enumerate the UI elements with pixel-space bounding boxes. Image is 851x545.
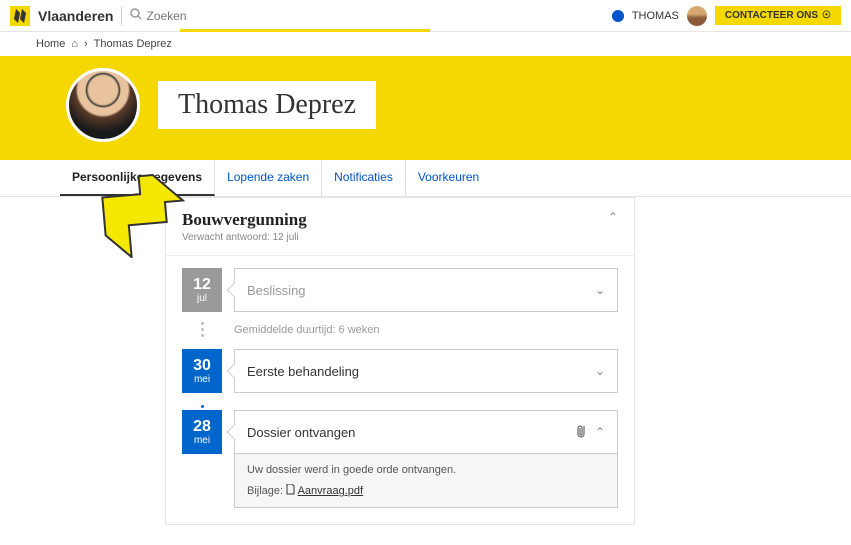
hero-banner: Thomas Deprez	[0, 56, 851, 160]
breadcrumb: Home ⌂ › Thomas Deprez	[0, 32, 851, 56]
tab-personal[interactable]: Persoonlijke gegevens	[60, 160, 215, 196]
step-box[interactable]: Beslissing ⌄	[234, 268, 618, 312]
chevron-down-icon[interactable]: ⌄	[595, 283, 605, 297]
user-name-label: THOMAS	[632, 10, 679, 22]
date-box: 30 mei	[182, 349, 222, 393]
date-month: mei	[194, 435, 210, 446]
topbar: Vlaanderen THOMAS CONTACTEER ONS ☉	[0, 0, 851, 32]
date-month: jul	[197, 293, 207, 304]
panel-subtitle: Verwacht antwoord: 12 juli	[182, 232, 307, 243]
bijlage-label: Bijlage:	[247, 485, 283, 497]
timeline-step-beslissing: 12 jul Beslissing ⌄	[182, 268, 618, 312]
chevron-down-icon[interactable]: ⌄	[595, 364, 605, 378]
step-label: Dossier ontvangen	[247, 425, 355, 440]
duration-row: Gemiddelde duurtijd: 6 weken	[182, 322, 618, 337]
topbar-left: Vlaanderen	[10, 6, 226, 26]
logo-icon	[10, 6, 30, 26]
chevron-up-icon[interactable]: ⌃	[608, 210, 618, 224]
contact-label: CONTACTEER ONS	[725, 10, 818, 21]
panel-title: Bouwvergunning	[182, 210, 307, 230]
detail-text: Uw dossier werd in goede orde ontvangen.	[247, 464, 605, 476]
date-box: 28 mei	[182, 410, 222, 454]
hero-inner: Thomas Deprez	[36, 68, 815, 142]
date-box: 12 jul	[182, 268, 222, 312]
attachment-link[interactable]: Aanvraag.pdf	[298, 485, 363, 497]
step-box[interactable]: Eerste behandeling ⌄	[234, 349, 618, 393]
duration-label: Gemiddelde duurtijd: 6 weken	[234, 324, 380, 336]
search-wrap[interactable]	[130, 8, 226, 23]
chat-icon: ☉	[822, 10, 831, 21]
date-day: 28	[193, 419, 211, 435]
tab-notificaties[interactable]: Notificaties	[322, 160, 406, 196]
tab-lopende[interactable]: Lopende zaken	[215, 160, 322, 196]
contact-button[interactable]: CONTACTEER ONS ☉	[715, 6, 841, 25]
main-content: Bouwvergunning Verwacht antwoord: 12 jul…	[0, 197, 851, 545]
step-label: Beslissing	[247, 283, 306, 298]
tab-voorkeuren[interactable]: Voorkeuren	[406, 160, 491, 196]
attachment-icon	[577, 424, 587, 441]
tab-bar: Persoonlijke gegevens Lopende zaken Noti…	[0, 160, 851, 197]
avatar-large	[66, 68, 140, 142]
date-month: mei	[194, 374, 210, 385]
file-icon	[286, 485, 297, 497]
step-detail: Uw dossier werd in goede orde ontvangen.…	[234, 454, 618, 508]
attachment-row: Bijlage: Aanvraag.pdf	[247, 484, 605, 497]
brand-label: Vlaanderen	[38, 8, 113, 24]
breadcrumb-home-icon: ⌂	[71, 38, 78, 50]
breadcrumb-current: Thomas Deprez	[94, 38, 172, 50]
timeline-step-ontvangen: 28 mei Dossier ontvangen ⌃	[182, 410, 618, 454]
avatar-small[interactable]	[687, 6, 707, 26]
step-box[interactable]: Dossier ontvangen ⌃	[234, 410, 618, 454]
connector-dot	[182, 403, 222, 410]
chevron-up-icon[interactable]: ⌃	[595, 425, 605, 439]
dots-icon	[182, 322, 222, 337]
date-day: 30	[193, 358, 211, 374]
divider	[121, 7, 122, 25]
breadcrumb-home[interactable]: Home	[36, 38, 65, 50]
page-title: Thomas Deprez	[158, 81, 376, 129]
timeline: 12 jul Beslissing ⌄ Gemiddelde duurtijd:…	[166, 256, 634, 524]
date-day: 12	[193, 277, 211, 293]
accent-bar	[180, 29, 430, 32]
chevron-right-icon: ›	[84, 38, 88, 50]
topbar-right: THOMAS CONTACTEER ONS ☉	[612, 6, 841, 26]
notification-badge[interactable]	[612, 10, 624, 22]
case-panel: Bouwvergunning Verwacht antwoord: 12 jul…	[165, 197, 635, 525]
timeline-step-behandeling: 30 mei Eerste behandeling ⌄	[182, 349, 618, 393]
search-icon	[130, 8, 142, 23]
step-label: Eerste behandeling	[247, 364, 359, 379]
panel-header[interactable]: Bouwvergunning Verwacht antwoord: 12 jul…	[166, 198, 634, 256]
search-input[interactable]	[146, 9, 226, 23]
